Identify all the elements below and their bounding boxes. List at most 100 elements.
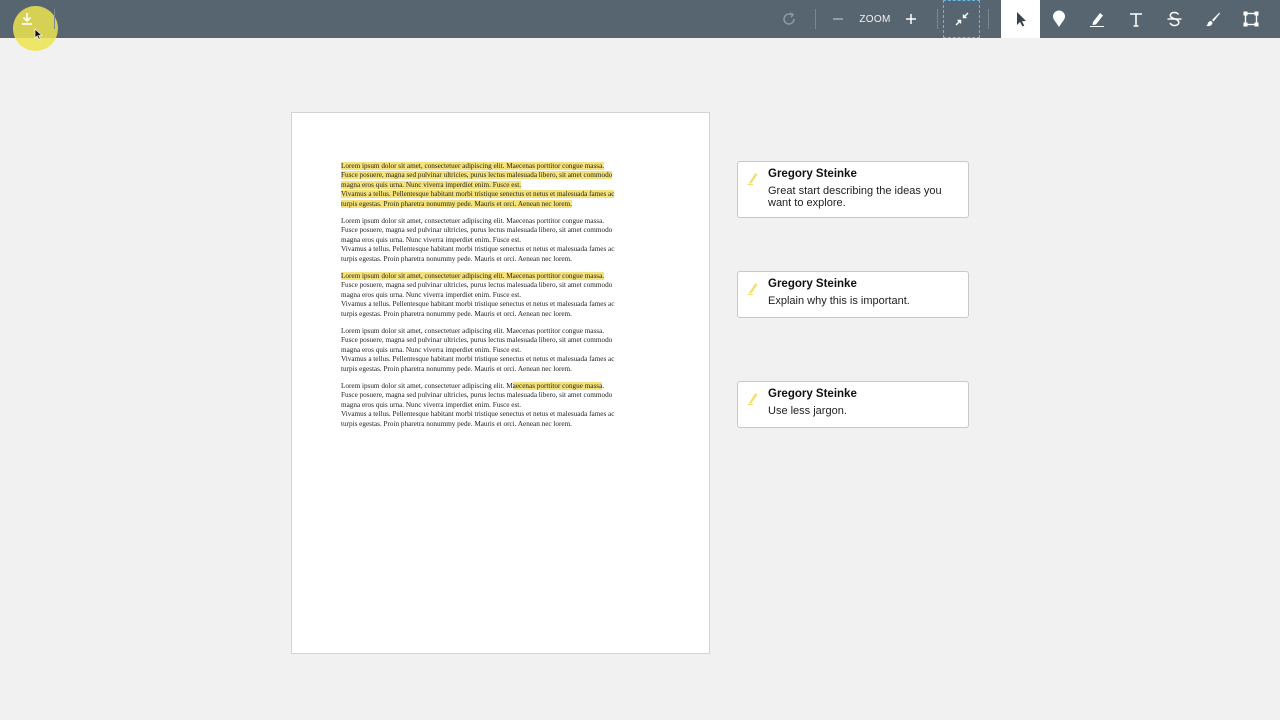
pin-tool-button[interactable] bbox=[1042, 0, 1076, 38]
collapse-arrows-icon bbox=[955, 12, 968, 26]
highlight-pen-icon bbox=[747, 393, 758, 405]
toolbar-separator bbox=[988, 9, 989, 29]
rotate-icon bbox=[783, 12, 795, 25]
paragraph: Lorem ipsum dolor sit amet, consectetuer… bbox=[341, 327, 661, 374]
line-text: Vivamus a tellus. Pellentesque habitant … bbox=[341, 355, 615, 364]
line-text: Vivamus a tellus. Pellentesque habitant … bbox=[341, 300, 615, 309]
paragraph-line: turpis egestas. Proin pharetra nonummy p… bbox=[341, 310, 661, 319]
area-tool-button[interactable] bbox=[1234, 0, 1268, 38]
paragraph-line: Lorem ipsum dolor sit amet, consectetuer… bbox=[341, 272, 661, 281]
rotate-button[interactable] bbox=[776, 0, 802, 38]
toolbar-separator bbox=[54, 9, 55, 29]
highlighted-text: Vivamus a tellus. Pellentesque habitant … bbox=[341, 190, 615, 199]
line-text: magna eros quis urna. Nunc viverra imper… bbox=[341, 345, 522, 354]
brush-icon bbox=[1206, 12, 1220, 27]
strikethrough-tool-button[interactable] bbox=[1157, 0, 1191, 38]
line-text: Vivamus a tellus. Pellentesque habitant … bbox=[341, 410, 615, 419]
paragraph-line: Fusce posuere, magna sed pulvinar ultric… bbox=[341, 226, 661, 235]
paragraph-line: Lorem ipsum dolor sit amet, consectetuer… bbox=[341, 217, 661, 226]
paragraph-line: Lorem ipsum dolor sit amet, consectetuer… bbox=[341, 327, 661, 336]
highlighted-text: turpis egestas. Proin pharetra nonummy p… bbox=[341, 199, 572, 208]
paragraph: Lorem ipsum dolor sit amet, consectetuer… bbox=[341, 162, 661, 209]
fit-page-button[interactable] bbox=[943, 0, 980, 38]
highlighted-text: magna eros quis urna. Nunc viverra imper… bbox=[341, 180, 522, 189]
area-select-icon bbox=[1243, 11, 1259, 27]
comment-text: Use less jargon. bbox=[768, 405, 847, 417]
paragraph: Lorem ipsum dolor sit amet, consectetuer… bbox=[341, 217, 661, 264]
brush-tool-button[interactable] bbox=[1196, 0, 1230, 38]
toolbar-separator bbox=[815, 9, 816, 29]
paragraph-line: turpis egestas. Proin pharetra nonummy p… bbox=[341, 365, 661, 374]
paragraph-line: Vivamus a tellus. Pellentesque habitant … bbox=[341, 245, 661, 254]
paragraph-line: magna eros quis urna. Nunc viverra imper… bbox=[341, 236, 661, 245]
comment-text: Great start describing the ideas you wan… bbox=[768, 185, 942, 209]
line-text: Lorem ipsum dolor sit amet, consectetuer… bbox=[341, 327, 605, 335]
comment-text: Explain why this is important. bbox=[768, 295, 910, 307]
pin-icon bbox=[1053, 10, 1065, 27]
line-text: Vivamus a tellus. Pellentesque habitant … bbox=[341, 245, 615, 254]
paragraph: Lorem ipsum dolor sit amet, consectetuer… bbox=[341, 382, 661, 429]
zoom-in-button[interactable] bbox=[899, 0, 923, 38]
line-text: . bbox=[602, 382, 605, 390]
line-text: magna eros quis urna. Nunc viverra imper… bbox=[341, 400, 522, 409]
line-text: Lorem ipsum dolor sit amet, consectetuer… bbox=[341, 217, 605, 225]
line-text: magna eros quis urna. Nunc viverra imper… bbox=[341, 290, 522, 299]
line-text: turpis egestas. Proin pharetra nonummy p… bbox=[341, 419, 572, 428]
highlighted-text: aecenas porttitor congue massa bbox=[512, 382, 603, 390]
paragraph-line: Fusce posuere, magna sed pulvinar ultric… bbox=[341, 391, 661, 400]
download-icon bbox=[22, 13, 32, 25]
comment-card[interactable]: Gregory Steinke Great start describing th… bbox=[737, 161, 969, 218]
highlighted-text: Fusce posuere, magna sed pulvinar ultric… bbox=[341, 171, 613, 180]
paragraph-line: magna eros quis urna. Nunc viverra imper… bbox=[341, 180, 661, 190]
line-text: turpis egestas. Proin pharetra nonummy p… bbox=[341, 364, 572, 373]
comment-author: Gregory Steinke bbox=[768, 168, 857, 180]
comment-card[interactable]: Gregory Steinke Explain why this is impor… bbox=[737, 271, 969, 318]
line-text: turpis egestas. Proin pharetra nonummy p… bbox=[341, 254, 572, 263]
comment-author: Gregory Steinke bbox=[768, 278, 857, 290]
strikethrough-icon bbox=[1167, 11, 1181, 27]
line-text: magna eros quis urna. Nunc viverra imper… bbox=[341, 235, 522, 244]
paragraph-line: turpis egestas. Proin pharetra nonummy p… bbox=[341, 255, 661, 264]
toolbar-separator bbox=[937, 9, 938, 29]
highlight-pen-icon bbox=[747, 173, 758, 185]
line-text: turpis egestas. Proin pharetra nonummy p… bbox=[341, 309, 572, 318]
pen-icon bbox=[1090, 13, 1104, 27]
paragraph-line: Lorem ipsum dolor sit amet, consectetuer… bbox=[341, 162, 661, 171]
highlighted-text: Lorem ipsum dolor sit amet, consectetuer… bbox=[341, 162, 605, 170]
line-text: Fusce posuere, magna sed pulvinar ultric… bbox=[341, 391, 613, 400]
paragraph-line: magna eros quis urna. Nunc viverra imper… bbox=[341, 291, 661, 300]
paragraph-line: Vivamus a tellus. Pellentesque habitant … bbox=[341, 190, 661, 199]
highlight-tool-button[interactable] bbox=[1080, 0, 1114, 38]
line-text: Fusce posuere, magna sed pulvinar ultric… bbox=[341, 336, 613, 345]
cursor-arrow-icon bbox=[1016, 12, 1026, 27]
zoom-out-button[interactable] bbox=[826, 0, 850, 38]
comment-author: Gregory Steinke bbox=[768, 388, 857, 400]
paragraph-line: Vivamus a tellus. Pellentesque habitant … bbox=[341, 300, 661, 309]
paragraph-line: Fusce posuere, magna sed pulvinar ultric… bbox=[341, 281, 661, 290]
paragraph-line: Vivamus a tellus. Pellentesque habitant … bbox=[341, 410, 661, 419]
paragraph-line: turpis egestas. Proin pharetra nonummy p… bbox=[341, 199, 661, 209]
document-page: Lorem ipsum dolor sit amet, consectetuer… bbox=[291, 112, 710, 654]
paragraph: Lorem ipsum dolor sit amet, consectetuer… bbox=[341, 272, 661, 319]
line-text: Lorem ipsum dolor sit amet, consectetuer… bbox=[341, 382, 513, 390]
mouse-cursor-icon bbox=[34, 28, 43, 40]
text-icon bbox=[1130, 12, 1142, 27]
zoom-label: ZOOM bbox=[859, 13, 891, 25]
minus-icon bbox=[833, 18, 843, 20]
highlight-pen-icon bbox=[747, 283, 758, 295]
paragraph-line: turpis egestas. Proin pharetra nonummy p… bbox=[341, 420, 661, 429]
paragraph-line: Lorem ipsum dolor sit amet, consectetuer… bbox=[341, 382, 661, 391]
paragraph-line: magna eros quis urna. Nunc viverra imper… bbox=[341, 401, 661, 410]
toolbar: ZOOM bbox=[0, 0, 1280, 51]
comment-card[interactable]: Gregory Steinke Use less jargon. bbox=[737, 381, 969, 428]
text-tool-button[interactable] bbox=[1119, 0, 1153, 38]
line-text: Fusce posuere, magna sed pulvinar ultric… bbox=[341, 281, 613, 290]
paragraph-line: Fusce posuere, magna sed pulvinar ultric… bbox=[341, 336, 661, 345]
plus-icon bbox=[906, 14, 916, 24]
paragraph-line: magna eros quis urna. Nunc viverra imper… bbox=[341, 346, 661, 355]
select-tool-button[interactable] bbox=[1001, 0, 1040, 38]
line-text: Fusce posuere, magna sed pulvinar ultric… bbox=[341, 226, 613, 235]
paragraph-line: Fusce posuere, magna sed pulvinar ultric… bbox=[341, 171, 661, 180]
highlighted-text: Lorem ipsum dolor sit amet, consectetuer… bbox=[341, 272, 605, 280]
paragraph-line: Vivamus a tellus. Pellentesque habitant … bbox=[341, 355, 661, 364]
